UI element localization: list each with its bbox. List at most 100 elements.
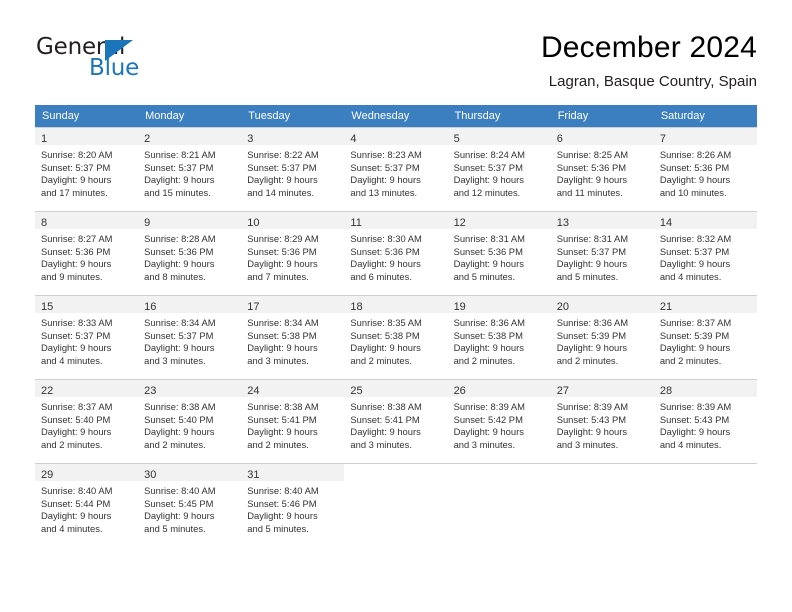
calendar-day-cell[interactable]: 4 Sunrise: 8:23 AM Sunset: 5:37 PM Daylight… [344,127,448,211]
sunset-time: Sunset: 5:43 PM [659,413,730,425]
daylight-duration-line2: and 9 minutes. [41,270,103,282]
calendar-day-cell[interactable]: 26 Sunrise: 8:39 AM Sunset: 5:42 PM Dayligh… [447,379,551,463]
daylight-duration-line2: and 3 minutes. [556,438,619,450]
daylight-duration-line2: and 13 minutes. [350,186,418,198]
calendar-week-row: 29 Sunrise: 8:40 AM Sunset: 5:44 PM Dayligh… [35,463,757,548]
sunset-time: Sunset: 5:44 PM [41,497,111,509]
day-details: Sunrise: 8:24 AM Sunset: 5:37 PM Daylight:… [448,145,551,199]
calendar-day-cell[interactable]: 27 Sunrise: 8:39 AM Sunset: 5:43 PM Dayligh… [550,379,654,463]
daylight-duration-line2: and 2 minutes. [350,354,412,366]
calendar-day-cell[interactable]: 24 Sunrise: 8:38 AM Sunset: 5:41 PM Dayligh… [241,379,345,463]
day-number: 8 [41,217,48,229]
weekday-header-tuesday: Tuesday [241,105,345,127]
day-number-bar: 29 [35,464,139,481]
calendar-day-cell[interactable]: 22 Sunrise: 8:37 AM Sunset: 5:40 PM Dayligh… [35,379,139,463]
calendar-day-cell[interactable]: 23 Sunrise: 8:38 AM Sunset: 5:40 PM Dayligh… [138,379,242,463]
daylight-duration-line2: and 12 minutes. [453,186,521,198]
day-number: 2 [144,133,151,145]
calendar-day-cell[interactable]: 31 Sunrise: 8:40 AM Sunset: 5:46 PM Dayligh… [241,463,345,547]
calendar-day-cell[interactable]: 5 Sunrise: 8:24 AM Sunset: 5:37 PM Daylight… [447,127,551,211]
day-number: 22 [41,385,54,397]
sunrise-time: Sunrise: 8:37 AM [41,401,113,412]
sunrise-time: Sunrise: 8:36 AM [453,317,525,328]
day-details: Sunrise: 8:39 AM Sunset: 5:43 PM Daylight:… [654,397,757,451]
calendar-day-cell[interactable]: 2 Sunrise: 8:21 AM Sunset: 5:37 PM Daylight… [138,127,242,211]
day-number-bar: 28 [653,380,757,397]
sunrise-time: Sunrise: 8:27 AM [41,233,113,244]
sunrise-time: Sunrise: 8:37 AM [659,317,732,328]
calendar-day-cell[interactable]: 3 Sunrise: 8:22 AM Sunset: 5:37 PM Daylight… [241,127,345,211]
daylight-duration-line2: and 3 minutes. [144,354,206,366]
calendar-day-cell[interactable]: 19 Sunrise: 8:36 AM Sunset: 5:38 PM Dayligh… [447,295,551,379]
calendar-day-cell[interactable]: 1 Sunrise: 8:20 AM Sunset: 5:37 PM Daylight… [35,127,139,211]
daylight-duration-line2: and 2 minutes. [144,438,206,450]
calendar-day-cell[interactable]: 30 Sunrise: 8:40 AM Sunset: 5:45 PM Dayligh… [138,463,242,547]
calendar-week-row: 1 Sunrise: 8:20 AM Sunset: 5:37 PM Daylight… [35,127,757,211]
day-number-bar: 1 [35,128,139,145]
sunrise-time: Sunrise: 8:30 AM [350,233,422,244]
day-number: 7 [659,133,666,145]
sunrise-time: Sunrise: 8:23 AM [350,149,422,160]
calendar-day-cell[interactable]: 18 Sunrise: 8:35 AM Sunset: 5:38 PM Dayligh… [344,295,448,379]
sunrise-time: Sunrise: 8:31 AM [453,233,525,244]
calendar-day-cell[interactable]: 13 Sunrise: 8:31 AM Sunset: 5:37 PM Dayligh… [550,211,654,295]
daylight-duration-line2: and 2 minutes. [247,438,309,450]
calendar-day-cell[interactable]: 9 Sunrise: 8:28 AM Sunset: 5:36 PM Daylight… [138,211,242,295]
calendar-day-cell[interactable]: 21 Sunrise: 8:37 AM Sunset: 5:39 PM Dayligh… [653,295,757,379]
sunrise-time: Sunrise: 8:34 AM [144,317,216,328]
daylight-duration-line2: and 5 minutes. [556,270,619,282]
calendar-day-cell[interactable]: 25 Sunrise: 8:38 AM Sunset: 5:41 PM Dayligh… [344,379,448,463]
calendar-day-cell[interactable]: 10 Sunrise: 8:29 AM Sunset: 5:36 PM Dayligh… [241,211,345,295]
daylight-duration-line1: Daylight: 9 hours [556,258,628,270]
day-number-bar: 30 [138,464,242,481]
day-details: Sunrise: 8:38 AM Sunset: 5:41 PM Daylight:… [241,397,344,451]
calendar-day-cell[interactable]: 28 Sunrise: 8:39 AM Sunset: 5:43 PM Dayligh… [653,379,757,463]
sunrise-time: Sunrise: 8:26 AM [659,149,732,160]
day-number-bar: 9 [138,212,242,229]
sunrise-time: Sunrise: 8:40 AM [247,485,319,496]
general-blue-logo[interactable]: General Blue [36,34,256,88]
weekday-header-thursday: Thursday [447,105,551,127]
sunrise-time: Sunrise: 8:38 AM [247,401,319,412]
day-number-bar: 5 [447,128,551,145]
day-details: Sunrise: 8:40 AM Sunset: 5:44 PM Daylight:… [35,481,138,535]
calendar-day-cell[interactable]: 15 Sunrise: 8:33 AM Sunset: 5:37 PM Dayligh… [35,295,139,379]
title-block: December 2024 Lagran, Basque Country, Sp… [541,30,757,92]
sunrise-time: Sunrise: 8:38 AM [144,401,216,412]
day-number-bar: 10 [241,212,345,229]
day-number-bar: 8 [35,212,139,229]
weekday-header-friday: Friday [550,105,654,127]
calendar-day-cell[interactable]: 7 Sunrise: 8:26 AM Sunset: 5:36 PM Daylight… [653,127,757,211]
calendar-day-cell[interactable]: 14 Sunrise: 8:32 AM Sunset: 5:37 PM Dayligh… [653,211,757,295]
day-number-bar: 24 [241,380,345,397]
calendar-day-cell[interactable]: 29 Sunrise: 8:40 AM Sunset: 5:44 PM Dayligh… [35,463,139,547]
day-number-bar: 31 [241,464,345,481]
calendar-day-cell[interactable]: 8 Sunrise: 8:27 AM Sunset: 5:36 PM Daylight… [35,211,139,295]
day-number: 30 [144,469,157,481]
calendar-day-cell[interactable]: 20 Sunrise: 8:36 AM Sunset: 5:39 PM Dayligh… [550,295,654,379]
calendar-week-row: 8 Sunrise: 8:27 AM Sunset: 5:36 PM Daylight… [35,211,757,295]
calendar-day-cell[interactable]: 17 Sunrise: 8:34 AM Sunset: 5:38 PM Dayligh… [241,295,345,379]
daylight-duration-line1: Daylight: 9 hours [41,174,112,186]
day-number-bar: 7 [653,128,757,145]
calendar-day-cell[interactable]: 11 Sunrise: 8:30 AM Sunset: 5:36 PM Dayligh… [344,211,448,295]
calendar-day-cell[interactable]: 12 Sunrise: 8:31 AM Sunset: 5:36 PM Dayligh… [447,211,551,295]
sunset-time: Sunset: 5:41 PM [247,413,317,425]
calendar-day-cell-empty [550,463,654,548]
daylight-duration-line1: Daylight: 9 hours [144,174,215,186]
daylight-duration-line1: Daylight: 9 hours [144,342,215,354]
daylight-duration-line1: Daylight: 9 hours [350,342,421,354]
day-details: Sunrise: 8:23 AM Sunset: 5:37 PM Daylight:… [344,145,447,199]
calendar-week-row: 22 Sunrise: 8:37 AM Sunset: 5:40 PM Dayligh… [35,379,757,463]
daylight-duration-line1: Daylight: 9 hours [144,426,215,438]
daylight-duration-line1: Daylight: 9 hours [41,510,112,522]
daylight-duration-line2: and 4 minutes. [41,354,103,366]
weekday-header-wednesday: Wednesday [344,105,448,127]
day-number: 17 [247,301,260,313]
day-number: 26 [453,385,466,397]
daylight-duration-line1: Daylight: 9 hours [350,258,421,270]
calendar-day-cell[interactable]: 6 Sunrise: 8:25 AM Sunset: 5:36 PM Daylight… [550,127,654,211]
sunset-time: Sunset: 5:39 PM [556,329,627,341]
calendar-day-cell[interactable]: 16 Sunrise: 8:34 AM Sunset: 5:37 PM Dayligh… [138,295,242,379]
sunrise-time: Sunrise: 8:24 AM [453,149,525,160]
